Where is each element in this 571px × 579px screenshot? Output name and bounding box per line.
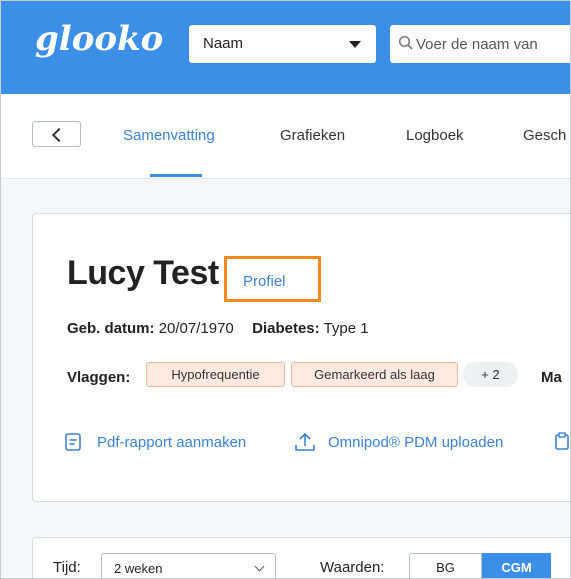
dob-value: 20/07/1970 xyxy=(158,320,234,337)
diabetes-value: Type 1 xyxy=(323,320,369,337)
patient-search-input[interactable] xyxy=(416,31,570,57)
diabetes-label: Diabetes: xyxy=(252,320,320,337)
document-icon xyxy=(65,433,81,451)
values-option-cgm[interactable]: CGM xyxy=(482,553,551,578)
top-header: glooko Naam xyxy=(1,1,570,94)
caret-down-icon xyxy=(349,41,361,48)
tab-bar: Samenvatting Grafieken Logboek Gesch xyxy=(1,94,570,179)
more-flags-button[interactable]: + 2 xyxy=(463,362,518,387)
tab-samenvatting[interactable]: Samenvatting xyxy=(123,127,215,144)
upload-icon xyxy=(295,432,315,451)
values-label: Waarden: xyxy=(320,559,385,576)
profile-link[interactable]: Profiel xyxy=(243,273,286,290)
flags-label: Vlaggen: xyxy=(67,369,131,386)
search-by-value: Naam xyxy=(203,35,244,52)
search-by-select[interactable]: Naam xyxy=(189,25,376,63)
glooko-logo[interactable]: glooko xyxy=(35,19,163,59)
clipboard-icon[interactable] xyxy=(555,432,569,450)
flag-badge: Gemarkeerd als laag xyxy=(291,362,458,387)
app-window: glooko Naam Samenvatting Grafieken Logbo… xyxy=(0,0,571,579)
time-range-select[interactable]: 2 weken xyxy=(101,553,276,578)
next-field-label: Ma xyxy=(541,369,562,386)
tab-grafieken[interactable]: Grafieken xyxy=(280,127,345,144)
chevron-left-icon xyxy=(51,127,67,143)
patient-name: Lucy Test xyxy=(67,254,219,292)
tab-geschiedenis[interactable]: Gesch xyxy=(523,127,566,144)
time-label: Tijd: xyxy=(53,559,81,576)
values-option-bg[interactable]: BG xyxy=(409,553,482,578)
chevron-down-icon xyxy=(254,561,265,572)
time-range-value: 2 weken xyxy=(114,561,163,576)
patient-details: Geb. datum: 20/07/1970 Diabetes: Type 1 xyxy=(67,320,369,337)
search-icon xyxy=(398,35,413,50)
dob-label: Geb. datum: xyxy=(67,320,155,337)
back-button[interactable] xyxy=(32,121,81,147)
flag-badge: Hypofrequentie xyxy=(146,362,285,387)
upload-omnipod-button[interactable]: Omnipod® PDM uploaden xyxy=(328,434,503,451)
create-pdf-report-button[interactable]: Pdf-rapport aanmaken xyxy=(97,434,246,451)
tab-logboek[interactable]: Logboek xyxy=(406,127,464,144)
active-tab-indicator xyxy=(150,174,202,177)
patient-search-box[interactable] xyxy=(390,25,570,63)
